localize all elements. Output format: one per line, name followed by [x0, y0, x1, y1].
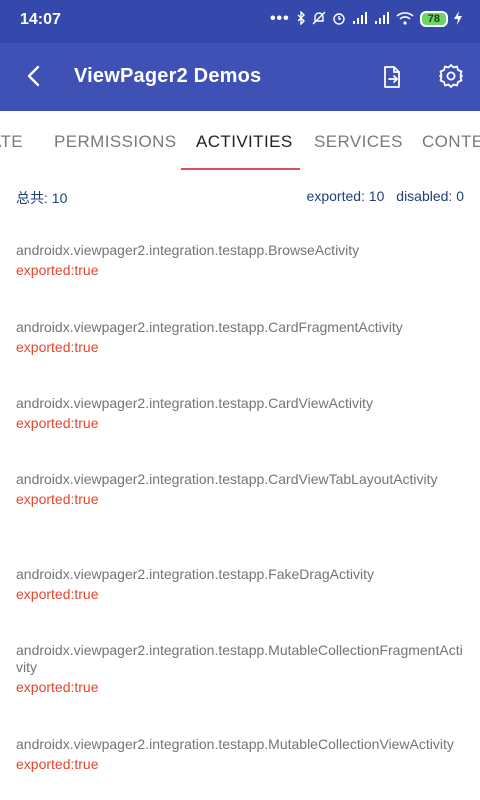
exported-status: exported:true — [16, 756, 99, 772]
tab-indicator — [181, 168, 300, 170]
status-icons: ••• 78 — [269, 9, 462, 28]
activity-name: androidx.viewpager2.integration.testapp.… — [16, 395, 373, 411]
status-bar: 14:07 ••• 78 — [0, 0, 480, 43]
export-button[interactable] — [378, 63, 406, 91]
back-button[interactable] — [20, 61, 50, 91]
signal-icon — [352, 11, 368, 28]
tab-bar: ATE PERMISSIONS ACTIVITIES SERVICES CONT… — [0, 111, 480, 170]
mute-icon — [312, 11, 326, 28]
gear-icon — [439, 64, 463, 88]
activity-name: androidx.viewpager2.integration.testapp.… — [16, 471, 438, 487]
activity-name: androidx.viewpager2.integration.testapp.… — [16, 642, 463, 675]
list-item[interactable]: androidx.viewpager2.integration.testapp.… — [16, 736, 466, 773]
summary-row: 总共: 10 exported: 10 disabled: 0 — [0, 185, 480, 207]
activity-name: androidx.viewpager2.integration.testapp.… — [16, 566, 374, 582]
activity-name: androidx.viewpager2.integration.testapp.… — [16, 736, 454, 752]
more-notifications-icon: ••• — [269, 10, 290, 27]
list-item[interactable]: androidx.viewpager2.integration.testapp.… — [16, 319, 466, 356]
list-item[interactable]: androidx.viewpager2.integration.testapp.… — [16, 642, 466, 696]
list-item[interactable]: androidx.viewpager2.integration.testapp.… — [16, 242, 466, 279]
exported-count: exported: 10 — [306, 188, 385, 204]
tab-state[interactable]: ATE — [0, 132, 23, 152]
disabled-count: disabled: 0 — [396, 188, 464, 204]
alarm-icon — [332, 11, 346, 28]
exported-status: exported:true — [16, 491, 99, 507]
total-count: 总共: 10 — [16, 190, 68, 206]
tab-permissions[interactable]: PERMISSIONS — [54, 132, 176, 152]
back-arrow-icon — [27, 65, 40, 87]
activity-name: androidx.viewpager2.integration.testapp.… — [16, 242, 360, 258]
activity-name: androidx.viewpager2.integration.testapp.… — [16, 319, 403, 335]
list-item[interactable]: androidx.viewpager2.integration.testapp.… — [16, 471, 466, 508]
exported-status: exported:true — [16, 262, 99, 278]
bluetooth-icon — [296, 9, 306, 28]
file-export-icon — [384, 66, 400, 88]
page-title: ViewPager2 Demos — [74, 65, 262, 87]
exported-status: exported:true — [16, 586, 99, 602]
list-item[interactable]: androidx.viewpager2.integration.testapp.… — [16, 566, 466, 603]
status-time: 14:07 — [20, 11, 61, 28]
wifi-icon — [396, 11, 414, 28]
tab-activities[interactable]: ACTIVITIES — [196, 132, 293, 152]
exported-status: exported:true — [16, 679, 99, 695]
settings-button[interactable] — [436, 61, 466, 91]
tab-services[interactable]: SERVICES — [314, 132, 403, 152]
tab-content-providers[interactable]: CONTE — [422, 132, 480, 152]
exported-status: exported:true — [16, 415, 99, 431]
battery-indicator: 78 — [419, 11, 448, 27]
exported-status: exported:true — [16, 339, 99, 355]
list-item[interactable]: androidx.viewpager2.integration.testapp.… — [16, 395, 466, 432]
summary-stats: exported: 10 disabled: 0 — [299, 188, 464, 204]
charging-icon — [454, 10, 462, 28]
app-bar: ViewPager2 Demos — [0, 43, 480, 111]
signal-hd-icon — [374, 11, 390, 28]
